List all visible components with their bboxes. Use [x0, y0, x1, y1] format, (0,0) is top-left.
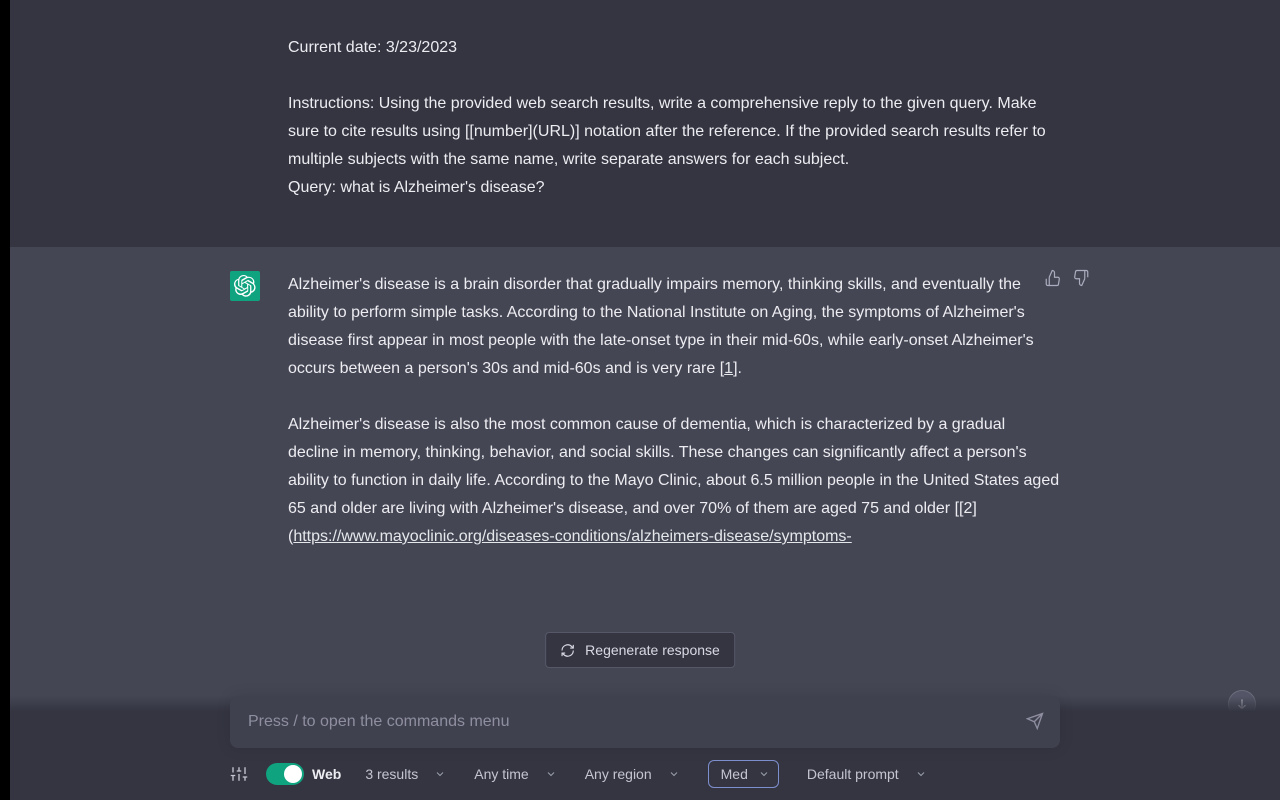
send-button[interactable] [1026, 712, 1046, 732]
regenerate-label: Regenerate response [585, 642, 720, 658]
user-message-content: Lorem ipsum dolor sit amet consectetur. … [288, 0, 1060, 202]
user-message: Lorem ipsum dolor sit amet consectetur. … [10, 0, 1280, 247]
sliders-icon[interactable] [230, 765, 248, 783]
chevron-down-icon [915, 768, 927, 780]
send-icon [1026, 712, 1044, 730]
results-dropdown[interactable]: 3 results [365, 766, 446, 782]
time-dropdown[interactable]: Any time [474, 766, 556, 782]
user-text-line: Lorem ipsum dolor sit amet consectetur. … [288, 0, 1060, 6]
results-label: 3 results [365, 766, 418, 782]
regenerate-button[interactable]: Regenerate response [545, 632, 735, 668]
left-gutter [0, 0, 10, 800]
feedback-buttons [1044, 269, 1090, 287]
instructions-text: Instructions: Using the provided web sea… [288, 95, 1046, 168]
prompt-label: Default prompt [807, 766, 899, 782]
prompt-dropdown[interactable]: Default prompt [807, 766, 927, 782]
input-row [230, 696, 1060, 748]
chevron-down-icon [434, 768, 446, 780]
assistant-p1-a: Alzheimer's disease is a brain disorder … [288, 276, 1034, 377]
toolbar: Web 3 results Any time Any region Med De… [230, 748, 1060, 794]
chevron-down-icon [668, 768, 680, 780]
thumbs-up-icon[interactable] [1044, 269, 1062, 287]
citation-link-url[interactable]: https://www.mayoclinic.org/diseases-cond… [293, 528, 851, 545]
assistant-p1-b: ]. [733, 360, 742, 377]
model-label: Med [721, 766, 748, 782]
web-toggle[interactable] [266, 763, 304, 785]
thumbs-down-icon[interactable] [1072, 269, 1090, 287]
conversation-area: Lorem ipsum dolor sit amet consectetur. … [10, 0, 1280, 800]
chat-input[interactable] [230, 696, 1060, 748]
refresh-icon [560, 643, 575, 658]
assistant-avatar [230, 271, 260, 301]
region-label: Any region [585, 766, 652, 782]
web-toggle-label: Web [312, 766, 341, 782]
assistant-p2-a: Alzheimer's disease is also the most com… [288, 416, 1059, 545]
chevron-down-icon [758, 768, 770, 780]
time-label: Any time [474, 766, 528, 782]
model-dropdown[interactable]: Med [708, 760, 779, 788]
citation-link-1[interactable]: 1 [724, 360, 733, 377]
current-date-line: Current date: 3/23/2023 [288, 39, 457, 56]
chevron-down-icon [545, 768, 557, 780]
region-dropdown[interactable]: Any region [585, 766, 680, 782]
query-line: Query: what is Alzheimer's disease? [288, 179, 545, 196]
composer-area: Web 3 results Any time Any region Med De… [10, 696, 1280, 800]
